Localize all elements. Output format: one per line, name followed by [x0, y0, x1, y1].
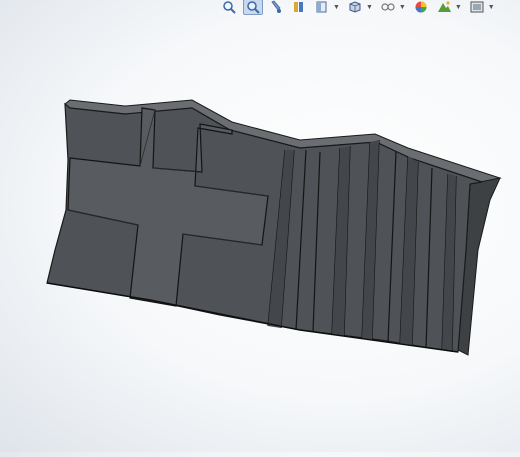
zoom-to-fit-icon	[223, 1, 236, 14]
apply-scene-button[interactable]	[434, 0, 454, 14]
view-orientation-icon	[316, 1, 327, 13]
display-style-dropdown-icon[interactable]: ▼	[366, 4, 373, 11]
part-model[interactable]	[0, 14, 520, 452]
previous-view-button[interactable]	[266, 0, 286, 14]
zoom-to-fit-button[interactable]	[220, 0, 240, 14]
apply-scene-dropdown-icon[interactable]: ▼	[455, 4, 462, 11]
view-settings-button[interactable]	[467, 0, 487, 14]
edit-appearance-button[interactable]	[411, 0, 431, 14]
display-style-button[interactable]	[345, 0, 365, 14]
zoom-to-area-button[interactable]	[243, 0, 263, 15]
hide-show-items-button[interactable]	[378, 0, 398, 14]
view-orientation-button[interactable]	[312, 0, 332, 14]
heads-up-view-toolbar: ▼ ▼ ▼ ▼ ▼	[220, 0, 520, 15]
hide-show-items-dropdown-icon[interactable]: ▼	[399, 4, 406, 11]
graphics-area[interactable]	[0, 14, 520, 452]
apply-scene-icon	[437, 1, 451, 12]
view-orientation-dropdown-icon[interactable]: ▼	[333, 4, 340, 11]
section-view-icon	[294, 2, 303, 12]
previous-view-icon	[271, 0, 281, 13]
section-view-button[interactable]	[289, 0, 309, 14]
edit-appearance-icon	[415, 1, 427, 13]
view-settings-icon	[470, 1, 484, 13]
hide-show-items-icon	[381, 3, 395, 11]
view-settings-dropdown-icon[interactable]: ▼	[488, 4, 495, 11]
display-style-icon	[349, 1, 361, 13]
zoom-to-area-icon	[247, 1, 260, 14]
